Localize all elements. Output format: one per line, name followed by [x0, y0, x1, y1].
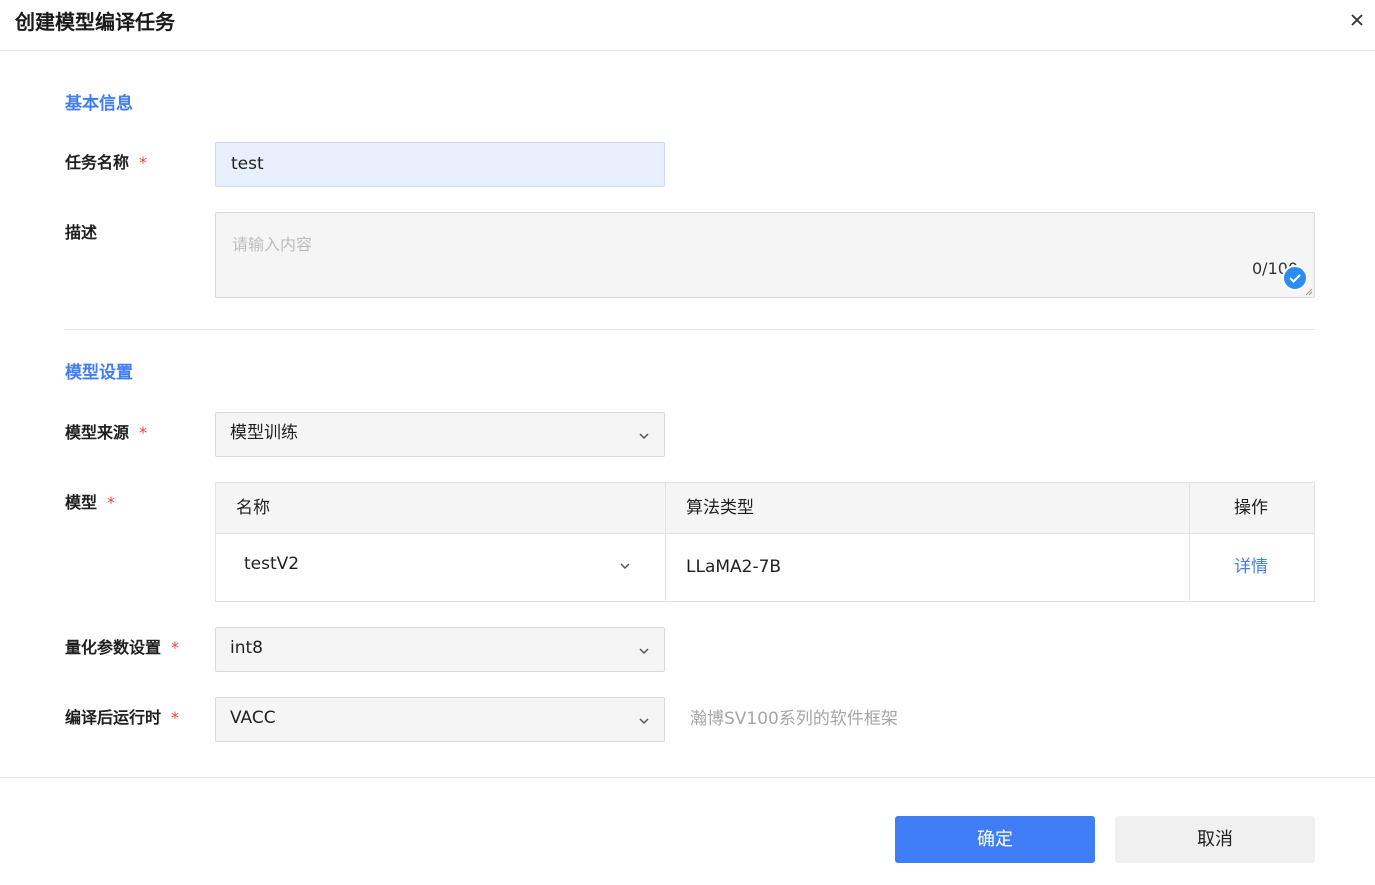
required-mark: * — [171, 708, 180, 727]
quant-select[interactable]: int8 — [215, 627, 665, 672]
footer-divider — [0, 777, 1375, 778]
model-label: 模型 * — [65, 492, 115, 514]
description-textarea[interactable]: 请输入内容 0/100 — [215, 212, 1315, 298]
task-name-label: 任务名称 * — [65, 152, 147, 174]
runtime-value: VACC — [230, 708, 276, 728]
chevron-down-icon — [639, 433, 649, 440]
model-table: 名称 算法类型 操作 testV2 LLaMA2-7B 详情 — [215, 482, 1315, 602]
chevron-down-icon — [639, 648, 649, 655]
section-title-model: 模型设置 — [65, 363, 133, 383]
required-mark: * — [139, 423, 148, 442]
model-source-select[interactable]: 模型训练 — [215, 412, 665, 457]
description-label: 描述 — [65, 223, 98, 242]
dialog-header: 创建模型编译任务 — [0, 0, 1375, 51]
runtime-select[interactable]: VACC — [215, 697, 665, 742]
quant-label-text: 量化参数设置 — [65, 638, 162, 657]
resize-handle-icon[interactable] — [1305, 288, 1313, 296]
column-divider — [665, 483, 666, 601]
task-name-input[interactable]: test — [215, 142, 665, 187]
model-name-select[interactable]: testV2 — [230, 545, 650, 583]
section-divider — [65, 329, 1315, 330]
section-title-basic: 基本信息 — [65, 94, 133, 114]
chevron-down-icon — [620, 563, 630, 570]
runtime-hint: 瀚博SV100系列的软件框架 — [690, 709, 898, 729]
description-placeholder: 请输入内容 — [232, 235, 313, 254]
column-header-algorithm: 算法类型 — [686, 498, 754, 518]
confirm-button[interactable]: 确定 — [895, 816, 1095, 863]
task-name-label-text: 任务名称 — [65, 153, 130, 172]
required-mark: * — [171, 638, 180, 657]
close-icon[interactable] — [1347, 10, 1367, 30]
table-header: 名称 算法类型 操作 — [216, 483, 1314, 534]
chevron-down-icon — [639, 718, 649, 725]
model-source-label-text: 模型来源 — [65, 423, 130, 442]
algorithm-type-value: LLaMA2-7B — [686, 557, 782, 577]
column-header-action: 操作 — [1234, 498, 1268, 518]
model-source-label: 模型来源 * — [65, 422, 147, 444]
column-divider — [1189, 483, 1190, 601]
required-mark: * — [139, 153, 148, 172]
model-name-value: testV2 — [244, 554, 300, 574]
cancel-button[interactable]: 取消 — [1115, 816, 1315, 863]
required-mark: * — [107, 493, 116, 512]
column-header-name: 名称 — [236, 498, 270, 518]
runtime-label-text: 编译后运行时 — [65, 708, 162, 727]
details-link[interactable]: 详情 — [1234, 556, 1268, 578]
runtime-label: 编译后运行时 * — [65, 707, 179, 729]
quant-label: 量化参数设置 * — [65, 637, 179, 659]
model-label-text: 模型 — [65, 493, 98, 512]
dialog-title: 创建模型编译任务 — [15, 10, 175, 34]
quant-value: int8 — [230, 638, 263, 658]
model-source-value: 模型训练 — [230, 423, 298, 443]
